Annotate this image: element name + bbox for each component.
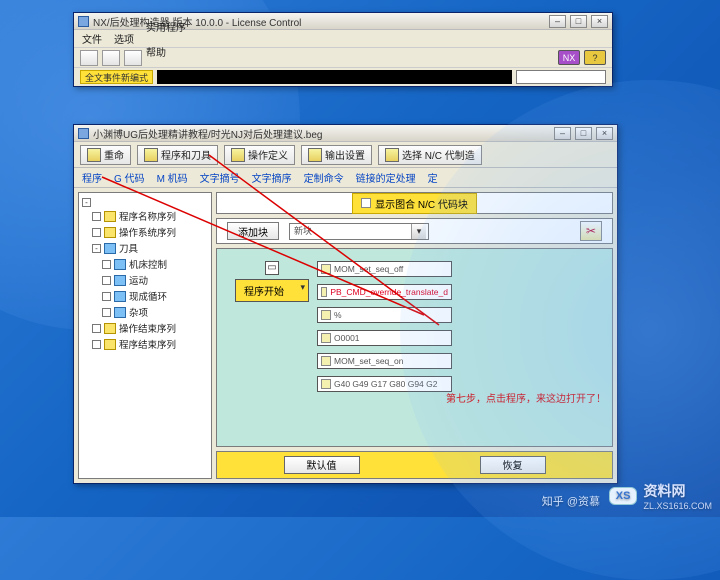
folder-icon	[104, 323, 116, 334]
tool-open-icon[interactable]	[102, 50, 120, 66]
tab-fix[interactable]: 定	[428, 170, 438, 185]
status-chip: 全文事件新编式	[80, 70, 153, 84]
menu-help[interactable]: 帮助	[146, 44, 600, 59]
right-panel: 显示图合 N/C 代码块 添加块 新块 ✂ ▭ 程序开始 MOM_set_seq…	[216, 192, 613, 479]
block-row[interactable]: O0001	[317, 330, 452, 346]
nc-icon	[385, 148, 399, 162]
program-tool-icon	[144, 148, 158, 162]
tree-item-motion[interactable]: 运动	[102, 272, 208, 288]
folder-icon	[104, 227, 116, 238]
license-window: NX/后处理构造器 版本 10.0.0 - License Control – …	[73, 12, 613, 87]
close-button[interactable]: ×	[596, 127, 613, 140]
doc-icon	[104, 243, 116, 254]
tab-bar: 程序 G 代码 M 机码 文字摘号 文字摘序 定制命令 链接的定处理 定	[74, 168, 617, 188]
block-icon	[321, 310, 331, 320]
block-icon	[321, 287, 327, 297]
tree-panel[interactable]: - 程序名称序列 操作系统序列 -刀具 机床控制 运动 现成循环 杂项 操作结束…	[78, 192, 212, 479]
op-define-icon	[231, 148, 245, 162]
content-area: - 程序名称序列 操作系统序列 -刀具 机床控制 运动 现成循环 杂项 操作结束…	[74, 188, 617, 483]
block-editor-panel: ▭ 程序开始 MOM_set_seq_off PB_CMD_override_t…	[216, 248, 613, 447]
toolbar-rename[interactable]: 重命	[80, 145, 131, 165]
tab-gcode[interactable]: G 代码	[114, 170, 145, 185]
main-titlebar: 小渊博UG后处理精讲教程/时光NJ对后处理建议.beg – □ ×	[74, 125, 617, 142]
group-label[interactable]: 程序开始	[235, 279, 309, 302]
tree-item-program-name[interactable]: 程序名称序列	[92, 208, 208, 224]
tab-wordseq[interactable]: 文字摘序	[252, 170, 292, 185]
main-toolbar: 重命 程序和刀具 操作定义 输出设置 选择 N/C 代制造	[74, 142, 617, 168]
menu-options[interactable]: 选项	[114, 31, 134, 46]
doc-icon	[114, 275, 126, 286]
block-icon	[321, 356, 331, 366]
main-title: 小渊博UG后处理精讲教程/时光NJ对后处理建议.beg	[93, 126, 322, 141]
block-icon	[321, 333, 331, 343]
add-block-button[interactable]: 添加块	[227, 222, 279, 240]
menu-utilities[interactable]: 实用程序	[146, 19, 600, 34]
toolbar-nc[interactable]: 选择 N/C 代制造	[378, 145, 482, 165]
tree-item-op-end[interactable]: 操作结束序列	[92, 320, 208, 336]
tree-expand-icon[interactable]: -	[82, 198, 91, 207]
block-combo[interactable]: 新块	[289, 223, 429, 240]
tab-wordnum[interactable]: 文字摘号	[200, 170, 240, 185]
tab-linked[interactable]: 链接的定处理	[356, 170, 416, 185]
cut-icon[interactable]: ✂	[580, 221, 602, 241]
watermark-brand: XS 资料网 ZL.XS1616.COM	[609, 481, 712, 511]
block-row[interactable]: MOM_set_seq_on	[317, 353, 452, 369]
checkbox-icon[interactable]	[361, 198, 371, 208]
tree-item-machine-control[interactable]: 机床控制	[102, 256, 208, 272]
doc-icon	[114, 307, 126, 318]
block-row[interactable]: MOM_set_seq_off	[317, 261, 452, 277]
tree-item-program-end[interactable]: 程序结束序列	[92, 336, 208, 352]
block-row[interactable]: %	[317, 307, 452, 323]
maximize-button[interactable]: □	[575, 127, 592, 140]
minimize-button[interactable]: –	[554, 127, 571, 140]
tab-custom[interactable]: 定制命令	[304, 170, 344, 185]
tree-item-tool[interactable]: -刀具	[92, 240, 208, 256]
help-badge-icon[interactable]: ?	[584, 50, 606, 65]
license-menubar: 文件 选项 实用程序 帮助	[74, 30, 612, 48]
menu-file[interactable]: 文件	[82, 31, 102, 46]
header-strip: 显示图合 N/C 代码块	[216, 192, 613, 214]
bottom-bar: 默认值 恢复	[216, 451, 613, 479]
tree-item-op-system[interactable]: 操作系统序列	[92, 224, 208, 240]
block-icon	[321, 264, 331, 274]
header-chip[interactable]: 显示图合 N/C 代码块	[352, 193, 477, 214]
block-row[interactable]: G40 G49 G17 G80 G94 G2	[317, 376, 452, 392]
doc-icon	[114, 291, 126, 302]
tree-item-misc[interactable]: 杂项	[102, 304, 208, 320]
license-status-row: 全文事件新编式	[74, 68, 612, 86]
block-row[interactable]: PB_CMD_override_translate_d	[317, 284, 452, 300]
default-button[interactable]: 默认值	[284, 456, 360, 474]
tool-save-icon[interactable]	[124, 50, 142, 66]
collapse-icon[interactable]: ▭	[265, 261, 279, 275]
app-icon	[78, 16, 89, 27]
tab-program[interactable]: 程序	[82, 170, 102, 185]
brand-logo: XS	[609, 487, 638, 505]
toolbar-output[interactable]: 输出设置	[301, 145, 372, 165]
tab-mcode[interactable]: M 机码	[157, 170, 188, 185]
status-blackbar	[157, 70, 512, 84]
output-icon	[308, 148, 322, 162]
nx-badge[interactable]: NX	[558, 50, 580, 65]
block-rows: MOM_set_seq_off PB_CMD_override_translat…	[317, 261, 452, 392]
restore-button[interactable]: 恢复	[480, 456, 546, 474]
toolbar-program-tool[interactable]: 程序和刀具	[137, 145, 218, 165]
rename-icon	[87, 148, 101, 162]
app-icon	[78, 128, 89, 139]
toolbar-op-define[interactable]: 操作定义	[224, 145, 295, 165]
tool-new-icon[interactable]	[80, 50, 98, 66]
watermark-zhihu: 知乎 @资慕	[542, 493, 600, 509]
doc-icon	[114, 259, 126, 270]
block-icon	[321, 379, 331, 389]
main-window: 小渊博UG后处理精讲教程/时光NJ对后处理建议.beg – □ × 重命 程序和…	[73, 124, 618, 484]
folder-icon	[104, 339, 116, 350]
status-field	[516, 70, 606, 84]
sub-strip: 添加块 新块 ✂	[216, 218, 613, 244]
folder-icon	[104, 211, 116, 222]
tree-item-canned-cycle[interactable]: 现成循环	[102, 288, 208, 304]
